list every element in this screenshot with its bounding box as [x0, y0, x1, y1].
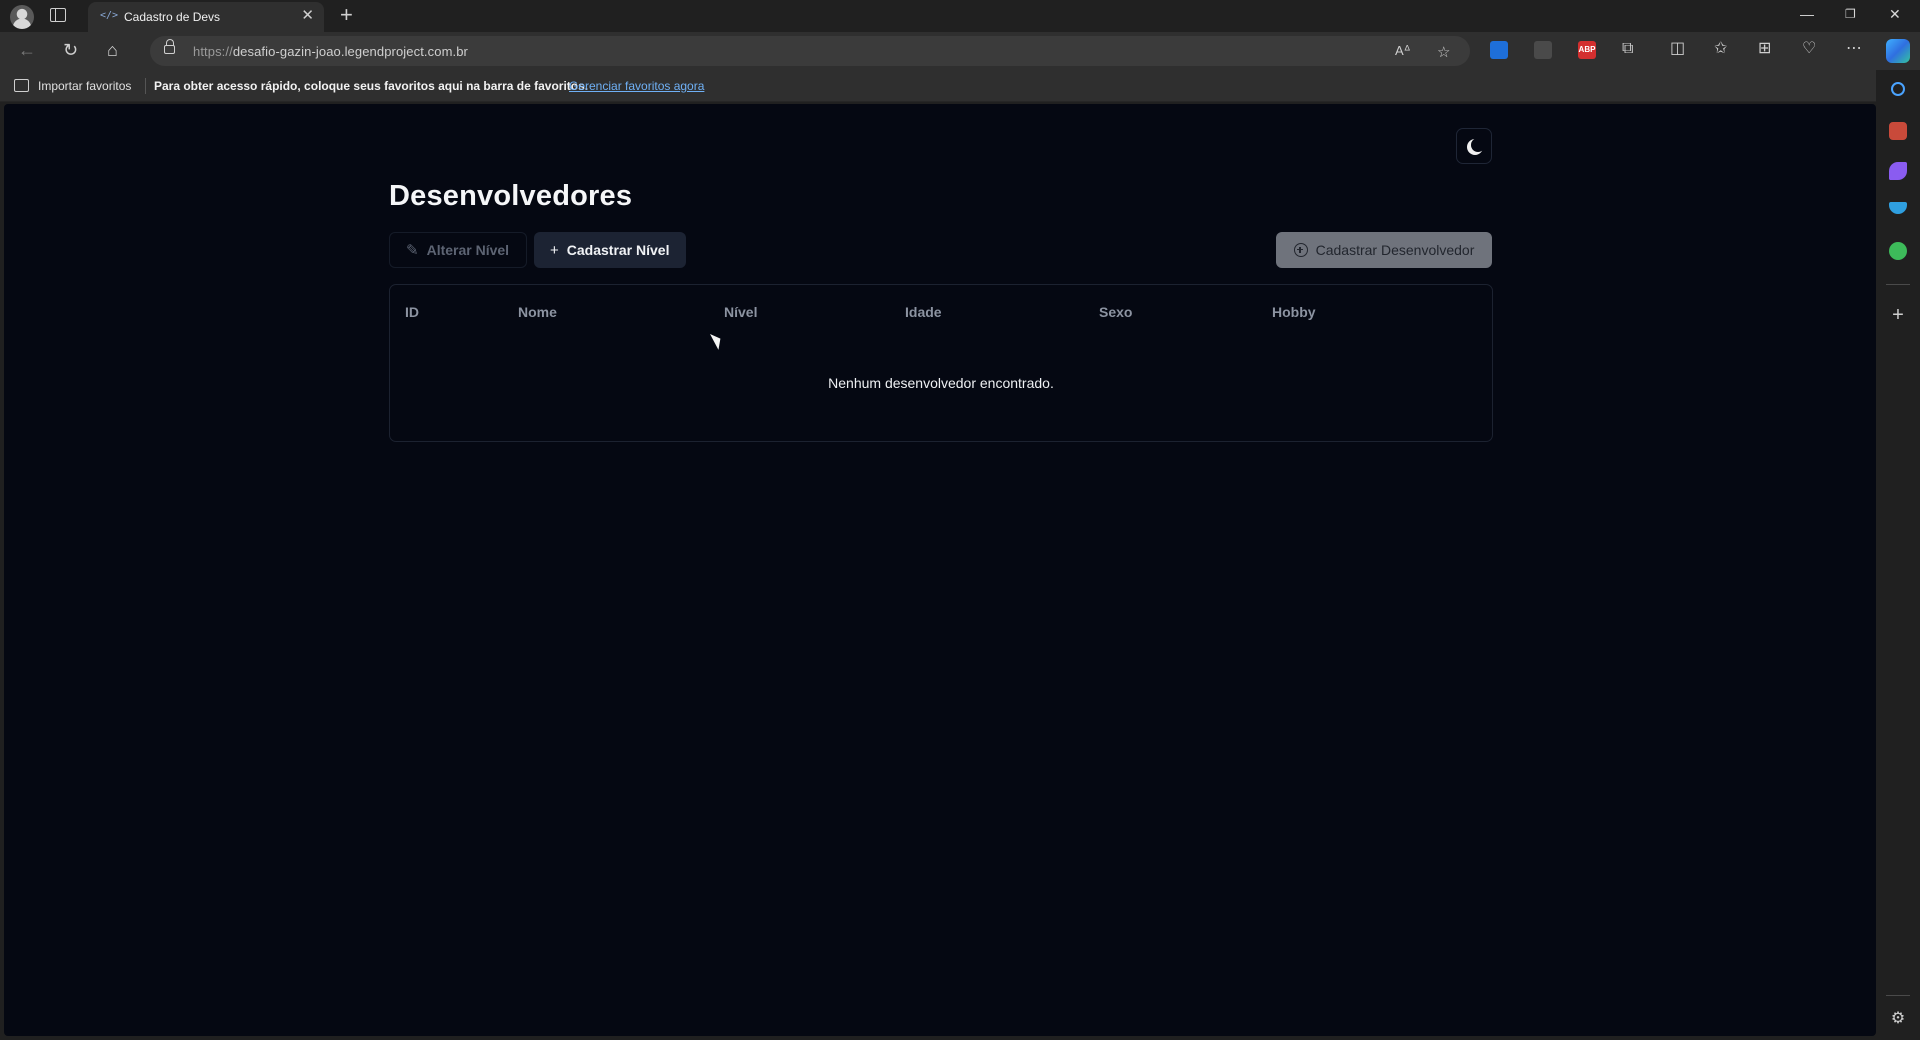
extensions-icon[interactable]: ⧉ [1622, 40, 1633, 58]
collections-icon[interactable]: ⊞ [1758, 40, 1771, 58]
url-text[interactable]: https://desafio-gazin-joao.legendproject… [193, 44, 468, 59]
import-favorites-button[interactable]: Importar favoritos [38, 79, 131, 93]
column-header-idade[interactable]: Idade [905, 304, 942, 320]
import-favorites-icon[interactable] [14, 79, 29, 92]
add-sidebar-app-icon[interactable]: + [1889, 305, 1907, 325]
home-icon[interactable]: ⌂ [107, 41, 118, 59]
moon-icon [1471, 138, 1485, 152]
favorites-message: Para obter acesso rápido, coloque seus f… [154, 79, 589, 93]
settings-icon[interactable]: ⚙ [1889, 1010, 1907, 1028]
empty-table-message: Nenhum desenvolvedor encontrado. [828, 375, 1054, 391]
alter-level-label: Alterar Nível [426, 242, 510, 258]
address-toolbar: ← ↻ ⌂ https://desafio-gazin-joao.legendp… [0, 32, 1920, 70]
page-title: Desenvolvedores [389, 180, 633, 212]
tools-icon[interactable] [1889, 122, 1907, 140]
column-header-nome[interactable]: Nome [518, 304, 557, 320]
read-aloud-icon[interactable]: Aᐞ [1395, 43, 1411, 59]
refresh-icon[interactable]: ↻ [63, 41, 78, 59]
send-icon[interactable] [1889, 202, 1907, 214]
title-bar: </> Cadastro de Devs ✕ + — ❐ ✕ [0, 0, 1920, 32]
url-scheme: https:// [193, 44, 233, 59]
health-icon[interactable]: ♡ [1802, 40, 1816, 58]
sidebar-divider-bottom [1886, 995, 1910, 996]
edge-sidebar: + ⚙ [1876, 70, 1920, 1040]
profile-avatar-icon[interactable] [10, 5, 34, 29]
favorites-icon[interactable]: ✩ [1714, 40, 1727, 58]
register-level-label: Cadastrar Nível [566, 242, 670, 258]
bitwarden-extension-icon[interactable] [1490, 41, 1508, 59]
url-host: desafio-gazin-joao.legendproject.com.br [232, 44, 468, 59]
register-level-button[interactable]: + Cadastrar Nível [534, 232, 686, 268]
new-tab-plus-icon[interactable]: + [340, 4, 353, 26]
column-header-nivel[interactable]: Nível [724, 304, 757, 320]
column-header-sexo[interactable]: Sexo [1099, 304, 1132, 320]
more-icon[interactable]: ⋯ [1846, 40, 1862, 58]
adblock-plus-icon[interactable]: ABP [1578, 41, 1596, 59]
pencil-icon: ✎ [406, 241, 419, 259]
code-favicon-icon: </> [100, 10, 119, 21]
favorites-divider [145, 78, 146, 94]
page-viewport: Desenvolvedores ✎ Alterar Nível + Cadast… [4, 104, 1876, 1036]
copilot-icon[interactable] [1886, 39, 1910, 63]
split-screen-icon[interactable]: ◫ [1670, 40, 1685, 58]
plus-icon: + [550, 241, 559, 259]
tab-active[interactable]: </> Cadastro de Devs ✕ [88, 2, 324, 32]
restore-icon[interactable]: ❐ [1845, 6, 1856, 22]
window-close-icon[interactable]: ✕ [1889, 6, 1901, 22]
tab-actions-icon[interactable] [50, 8, 66, 22]
plus-circle-icon [1293, 243, 1308, 257]
column-header-hobby[interactable]: Hobby [1272, 304, 1316, 320]
sidebar-divider [1886, 284, 1910, 285]
search-icon[interactable] [1891, 82, 1905, 96]
theme-toggle-button[interactable] [1456, 128, 1492, 164]
developers-table: ID Nome Nível Idade Sexo Hobby Nenhum de… [389, 284, 1493, 442]
back-icon[interactable]: ← [18, 41, 36, 59]
minimize-icon[interactable]: — [1800, 6, 1814, 22]
close-icon[interactable]: ✕ [301, 8, 314, 24]
favorites-bar: Importar favoritos Para obter acesso ráp… [0, 70, 1920, 102]
register-developer-button[interactable]: Cadastrar Desenvolvedor [1276, 232, 1492, 268]
tab-title: Cadastro de Devs [124, 10, 221, 24]
register-developer-label: Cadastrar Desenvolvedor [1315, 242, 1475, 258]
star-icon[interactable]: ☆ [1437, 43, 1450, 61]
lock-icon[interactable] [164, 39, 175, 54]
alter-level-button[interactable]: ✎ Alterar Nível [389, 232, 527, 268]
address-bar[interactable]: https://desafio-gazin-joao.legendproject… [150, 36, 1470, 66]
column-header-id[interactable]: ID [405, 304, 419, 320]
designer-icon[interactable] [1889, 162, 1907, 180]
manage-favorites-link[interactable]: Gerenciar favoritos agora [569, 79, 704, 93]
games-icon[interactable] [1889, 242, 1907, 260]
extension-2-icon[interactable] [1534, 41, 1552, 59]
